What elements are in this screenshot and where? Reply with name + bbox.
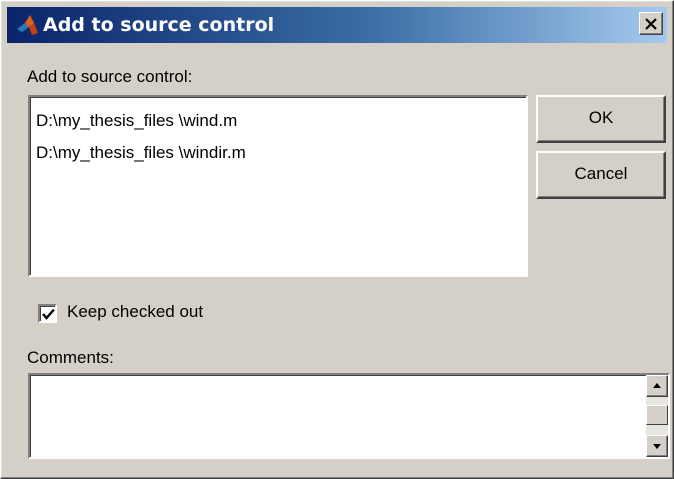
list-item[interactable]: D:\my_thesis_files \wind.m (36, 105, 526, 137)
matlab-logo-icon (15, 13, 39, 37)
comments-scrollbar[interactable] (646, 375, 668, 457)
window-title: Add to source control (43, 14, 275, 36)
add-to-source-control-dialog: Add to source control Add to source cont… (0, 0, 674, 479)
scroll-thumb[interactable] (646, 405, 668, 425)
scroll-down-button[interactable] (646, 435, 668, 457)
list-item[interactable]: D:\my_thesis_files \windir.m (36, 137, 526, 169)
arrow-down-icon (653, 444, 661, 449)
file-list[interactable]: D:\my_thesis_files \wind.m D:\my_thesis_… (28, 95, 528, 277)
keep-checked-out-label[interactable]: Keep checked out (67, 302, 203, 322)
comments-label: Comments: (27, 348, 114, 367)
close-icon (644, 14, 658, 36)
arrow-up-icon (653, 383, 661, 388)
file-list-label: Add to source control: (27, 67, 193, 86)
ok-button[interactable]: OK (536, 95, 666, 143)
checkmark-icon (42, 308, 55, 320)
comments-textarea[interactable] (28, 373, 670, 459)
scroll-up-button[interactable] (646, 375, 668, 397)
close-button[interactable] (639, 12, 663, 35)
title-bar[interactable]: Add to source control (7, 7, 667, 43)
cancel-button[interactable]: Cancel (536, 151, 666, 199)
keep-checked-out-checkbox[interactable] (38, 304, 57, 323)
